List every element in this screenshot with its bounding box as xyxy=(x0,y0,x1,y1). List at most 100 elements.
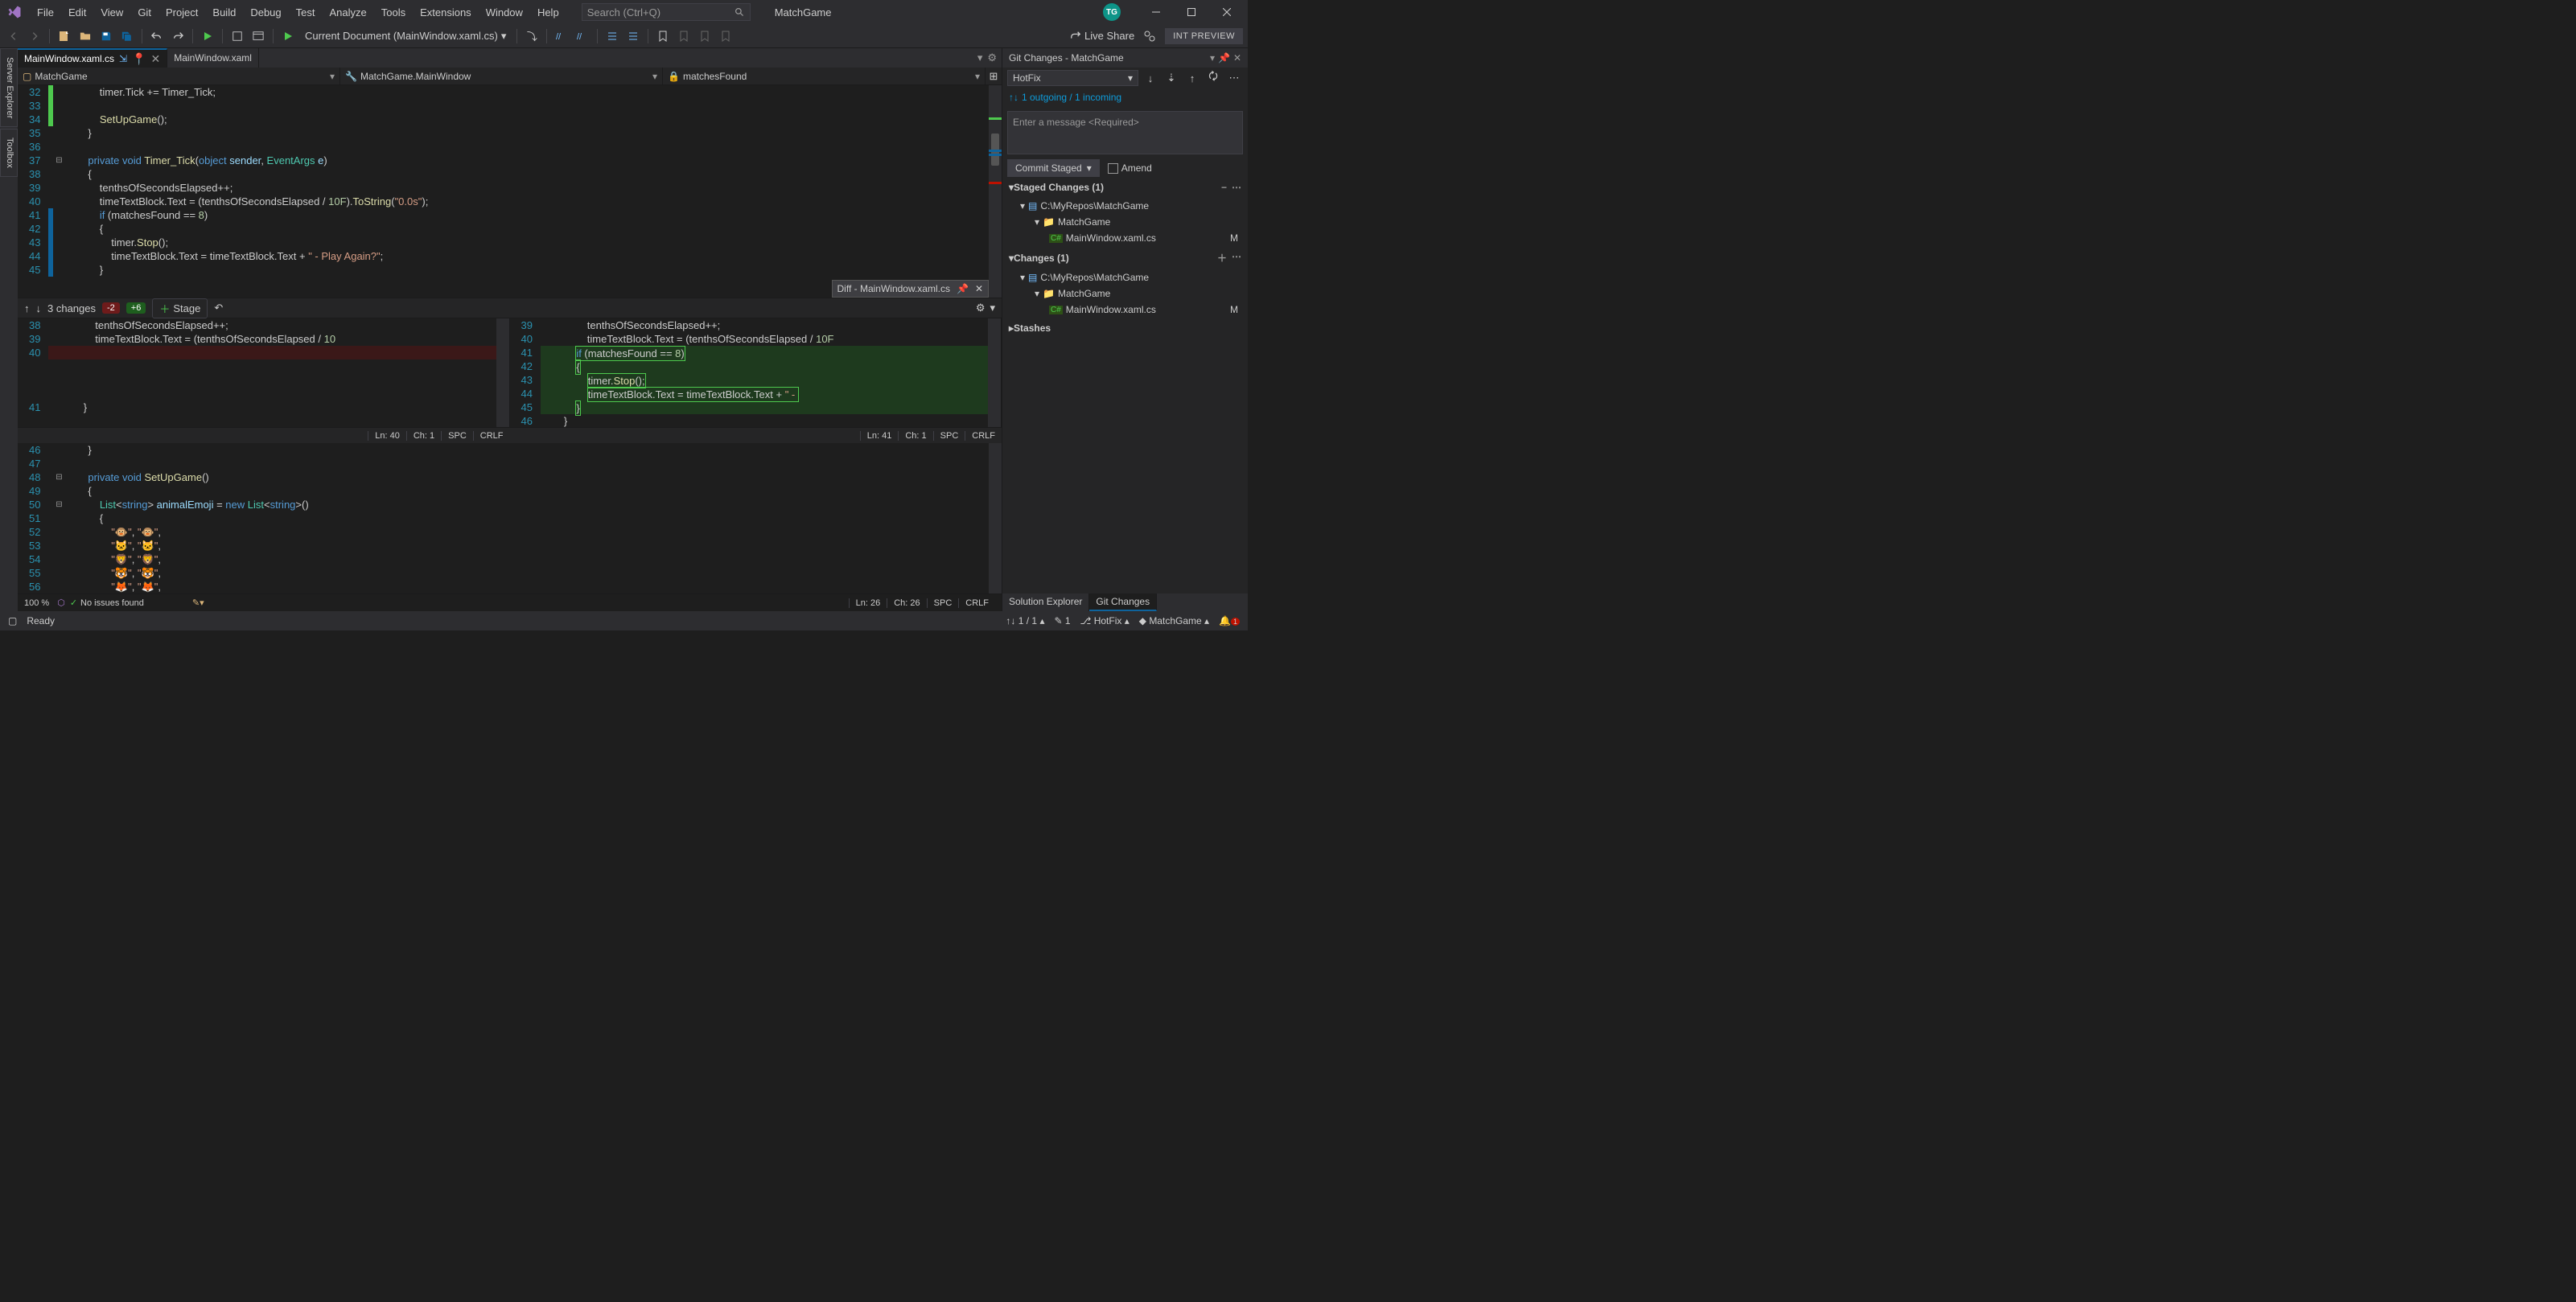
doc-tab[interactable]: MainWindow.xaml xyxy=(167,48,259,68)
code-line[interactable]: "🐱", "🐱", xyxy=(64,539,989,552)
code-line[interactable]: if (matchesFound == 8) xyxy=(64,208,989,222)
stage-button[interactable]: ＋Stage xyxy=(152,298,208,318)
output-icon[interactable]: ▢ xyxy=(8,615,17,626)
staged-changes-header[interactable]: ▾ Staged Changes (1) −⋯ xyxy=(1002,177,1248,198)
fetch-icon[interactable]: ↓ xyxy=(1142,69,1159,87)
more-icon[interactable]: ⋯ xyxy=(1232,182,1241,193)
tree-file-row[interactable]: C# MainWindow.xaml.csM xyxy=(1006,230,1245,246)
menu-view[interactable]: View xyxy=(94,3,130,22)
branch-dropdown[interactable]: HotFix ▾ xyxy=(1007,70,1138,86)
code-line[interactable]: { xyxy=(541,359,988,373)
menu-project[interactable]: Project xyxy=(159,3,204,22)
tree-repo-row[interactable]: ▾ ▤ C:\MyRepos\MatchGame xyxy=(1006,198,1245,214)
live-share-button[interactable]: Live Share xyxy=(1070,30,1134,42)
code-line[interactable] xyxy=(48,373,496,387)
code-line[interactable]: tenthsOfSecondsElapsed++; xyxy=(541,318,988,332)
diff-left-scrollbar[interactable] xyxy=(496,318,509,427)
code-line[interactable]: "🦊", "🦊", xyxy=(64,580,989,593)
start-debug-button[interactable] xyxy=(279,27,297,45)
menu-help[interactable]: Help xyxy=(531,3,566,22)
code-line[interactable]: tenthsOfSecondsElapsed++; xyxy=(48,318,496,332)
menu-tools[interactable]: Tools xyxy=(375,3,412,22)
stage-all-icon[interactable]: ＋ xyxy=(1217,251,1227,265)
pin-icon[interactable]: 📍 xyxy=(132,52,146,66)
code-line[interactable]: timeTextBlock.Text = timeTextBlock.Text … xyxy=(64,249,989,263)
stashes-header[interactable]: ▸ Stashes xyxy=(1002,318,1248,339)
more-icon[interactable]: ⋯ xyxy=(1225,69,1243,87)
open-button[interactable] xyxy=(76,27,94,45)
code-line[interactable] xyxy=(64,457,989,470)
side-tab-toolbox[interactable]: Toolbox xyxy=(0,129,18,177)
intellicode-icon[interactable]: ⬡ xyxy=(57,598,65,608)
menu-analyze[interactable]: Analyze xyxy=(323,3,372,22)
build-button[interactable] xyxy=(228,27,246,45)
panel-close-icon[interactable]: ✕ xyxy=(1233,52,1241,64)
code-line[interactable] xyxy=(48,387,496,400)
code-line[interactable]: { xyxy=(64,511,989,525)
unstage-icon[interactable]: − xyxy=(1221,182,1227,193)
code-line[interactable] xyxy=(64,99,989,113)
panel-tab-solution-explorer[interactable]: Solution Explorer xyxy=(1002,593,1089,611)
code-line[interactable]: timeTextBlock.Text = timeTextBlock.Text … xyxy=(541,387,988,400)
tabs-dropdown-icon[interactable]: ▾ xyxy=(977,51,983,64)
minimize-button[interactable] xyxy=(1140,0,1172,24)
feedback-icon[interactable] xyxy=(1141,27,1158,45)
close-button[interactable] xyxy=(1211,0,1243,24)
code-line[interactable]: } xyxy=(541,414,988,427)
tree-file-row[interactable]: C# MainWindow.xaml.csM xyxy=(1006,302,1245,318)
code-line[interactable]: timeTextBlock.Text = (tenthsOfSecondsEla… xyxy=(64,195,989,208)
new-item-button[interactable] xyxy=(56,27,73,45)
menu-extensions[interactable]: Extensions xyxy=(414,3,478,22)
save-all-button[interactable] xyxy=(118,27,136,45)
bookmark-clear[interactable] xyxy=(717,27,735,45)
panel-dropdown-icon[interactable]: ▾ xyxy=(1210,52,1215,64)
search-box[interactable]: Search (Ctrl+Q) xyxy=(582,3,751,21)
push-icon[interactable]: ↑ xyxy=(1183,69,1201,87)
redo-button[interactable] xyxy=(169,27,187,45)
side-tab-server-explorer[interactable]: Server Explorer xyxy=(0,48,18,127)
menu-window[interactable]: Window xyxy=(479,3,529,22)
browser-button[interactable] xyxy=(249,27,267,45)
sync-status[interactable]: ↑↓ 1 / 1 ▴ xyxy=(1006,615,1044,626)
code-line[interactable]: if (matchesFound == 8) xyxy=(541,346,988,359)
code-line[interactable]: timer.Stop(); xyxy=(64,236,989,249)
pin-icon[interactable]: 📌 xyxy=(957,283,969,294)
start-button[interactable] xyxy=(199,27,216,45)
nav-class[interactable]: 🔧MatchGame.MainWindow▾ xyxy=(340,68,663,84)
code-line[interactable]: timeTextBlock.Text = (tenthsOfSecondsEla… xyxy=(541,332,988,346)
outgoing-incoming-link[interactable]: ↑↓1 outgoing / 1 incoming xyxy=(1002,88,1248,106)
notifications-icon[interactable]: 🔔1 xyxy=(1219,615,1240,626)
menu-file[interactable]: File xyxy=(31,3,60,22)
code-line[interactable]: timer.Stop(); xyxy=(541,373,988,387)
code-line[interactable]: { xyxy=(64,484,989,498)
indent-button[interactable] xyxy=(603,27,621,45)
tree-project-row[interactable]: ▾ 📁 MatchGame xyxy=(1006,214,1245,230)
commit-message-input[interactable]: Enter a message <Required> xyxy=(1007,111,1243,154)
code-line[interactable]: private void SetUpGame() xyxy=(64,470,989,484)
code-line[interactable]: } xyxy=(64,443,989,457)
close-icon[interactable]: ✕ xyxy=(975,283,983,294)
bookmark-button[interactable] xyxy=(654,27,672,45)
forward-button[interactable] xyxy=(26,27,43,45)
zoom-level[interactable]: 100 % xyxy=(24,598,49,608)
menu-build[interactable]: Build xyxy=(206,3,242,22)
code-line[interactable]: } xyxy=(541,400,988,414)
user-avatar[interactable]: TG xyxy=(1103,3,1121,21)
save-button[interactable] xyxy=(97,27,115,45)
commit-button[interactable]: Commit Staged▾ xyxy=(1007,159,1100,177)
code-line[interactable]: "🐯", "🐯", xyxy=(64,566,989,580)
nav-namespace[interactable]: ▢MatchGame▾ xyxy=(18,68,340,84)
tree-project-row[interactable]: ▾ 📁 MatchGame xyxy=(1006,285,1245,302)
pull-icon[interactable]: ⇣ xyxy=(1162,69,1180,87)
code-line[interactable] xyxy=(48,359,496,373)
code-line[interactable]: } xyxy=(64,263,989,277)
sync-icon[interactable]: 🗘 xyxy=(1204,69,1222,87)
bookmark-prev[interactable] xyxy=(675,27,693,45)
code-line[interactable]: { xyxy=(64,222,989,236)
diff-next-icon[interactable]: ↓ xyxy=(36,302,42,314)
editor-scrollbar[interactable] xyxy=(989,85,1002,298)
maximize-button[interactable] xyxy=(1175,0,1208,24)
panel-pin-icon[interactable]: 📌 xyxy=(1218,52,1230,64)
code-line[interactable]: SetUpGame(); xyxy=(64,113,989,126)
code-line[interactable]: tenthsOfSecondsElapsed++; xyxy=(64,181,989,195)
